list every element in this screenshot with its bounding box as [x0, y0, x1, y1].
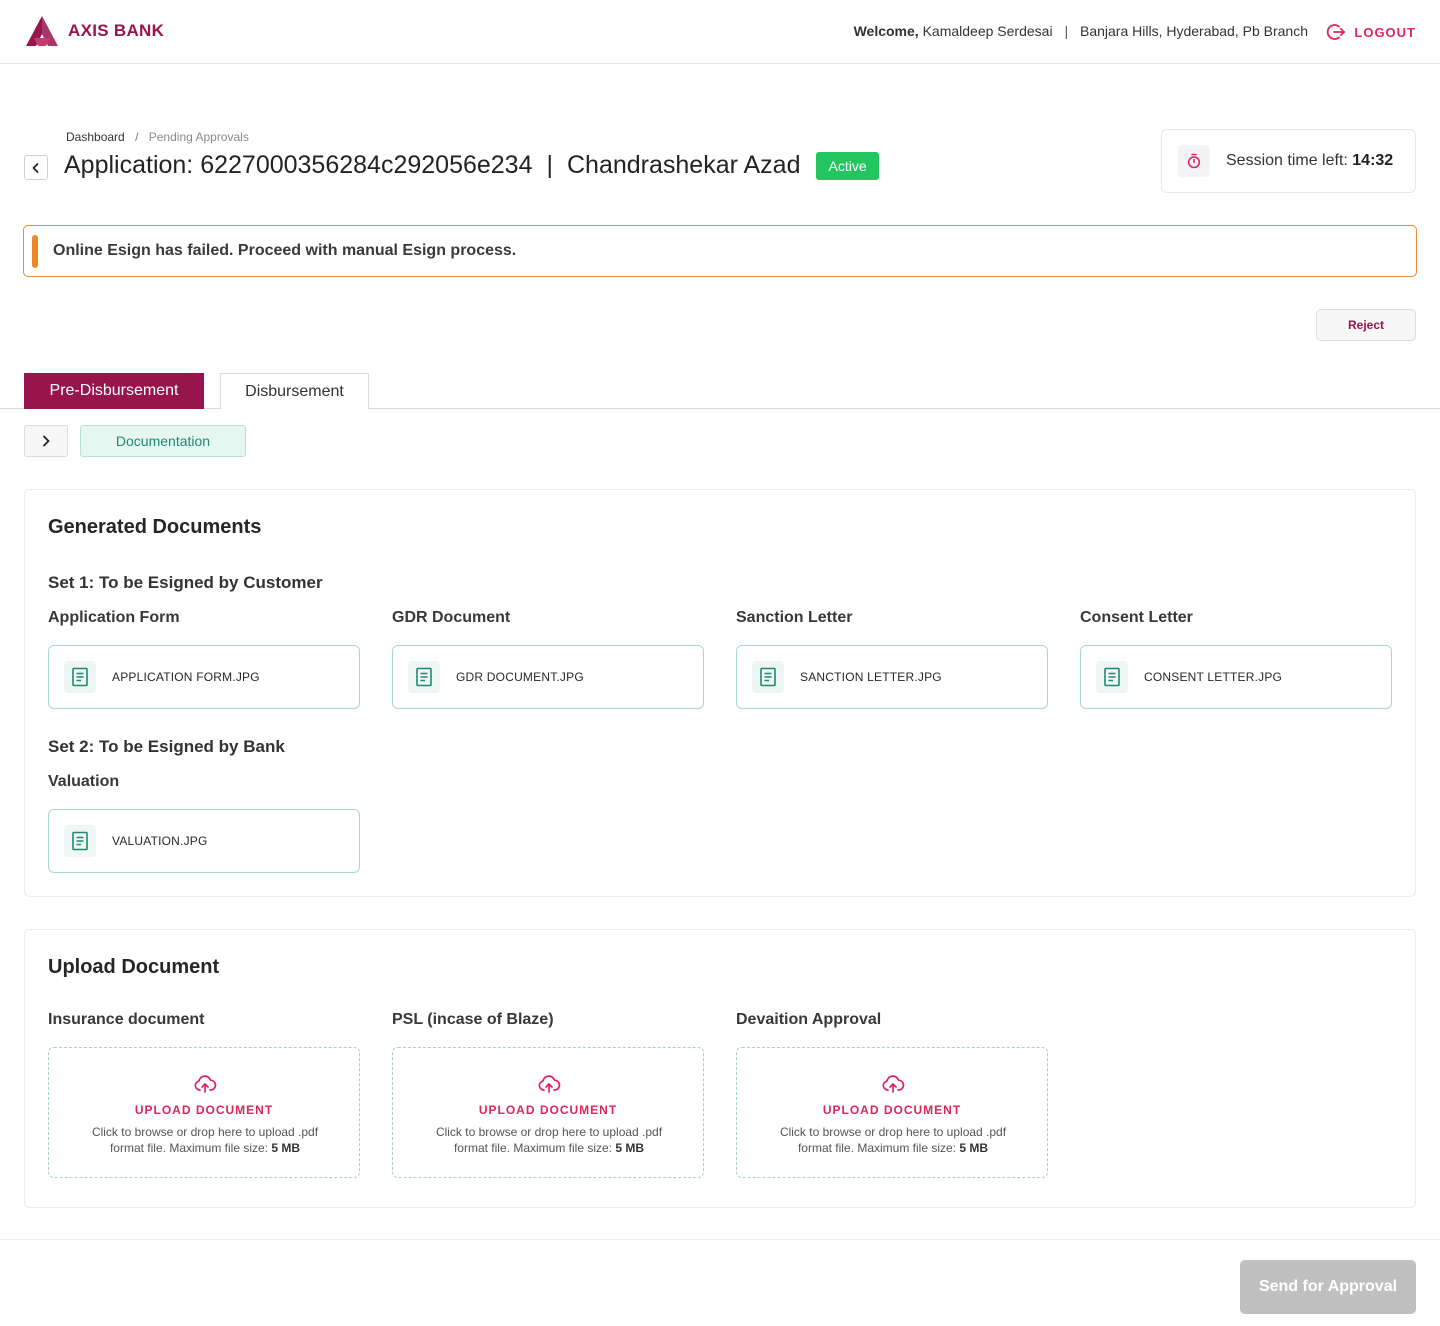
warning-alert: Online Esign has failed. Proceed with ma… — [23, 225, 1417, 277]
set1-title: Set 1: To be Esigned by Customer — [48, 573, 323, 592]
doc-label-consent-letter: Consent Letter — [1080, 609, 1193, 626]
session-time: 14:32 — [1352, 152, 1394, 169]
tab-pre-disbursement[interactable]: Pre-Disbursement — [24, 373, 204, 409]
breadcrumb-dashboard[interactable]: Dashboard — [66, 130, 125, 144]
alert-message: Online Esign has failed. Proceed with ma… — [53, 242, 517, 259]
axis-bank-logo[interactable]: AXIS BANK — [24, 14, 164, 48]
upload-action-label: UPLOAD DOCUMENT — [822, 1103, 962, 1117]
upload-hint: Click to browse or drop here to upload .… — [423, 1124, 675, 1156]
logout-label: LOGOUT — [1354, 24, 1416, 40]
file-name: APPLICATION FORM.JPG — [112, 670, 260, 684]
file-name: CONSENT LETTER.JPG — [1144, 670, 1283, 684]
customer-name: Chandrashekar Azad — [567, 151, 801, 179]
top-bar: AXIS BANK Welcome, Kamaldeep Serdesai | … — [0, 0, 1440, 64]
upload-hint: Click to browse or drop here to upload .… — [767, 1124, 1019, 1156]
file-name: VALUATION.JPG — [112, 834, 208, 848]
doc-file-gdr-document[interactable]: GDR DOCUMENT.JPG — [392, 645, 704, 709]
set2-title: Set 2: To be Esigned by Bank — [48, 737, 285, 756]
document-icon — [752, 661, 784, 693]
doc-file-valuation[interactable]: VALUATION.JPG — [48, 809, 360, 873]
cloud-upload-icon — [538, 1075, 561, 1093]
user-name: Kamaldeep Serdesai — [922, 23, 1053, 39]
send-for-approval-button[interactable]: Send for Approval — [1240, 1260, 1416, 1314]
doc-label-valuation: Valuation — [48, 773, 120, 790]
chevron-right-icon — [43, 435, 50, 447]
application-prefix: Application: — [64, 151, 194, 179]
cloud-upload-icon — [194, 1075, 217, 1093]
alert-accent-bar — [32, 235, 38, 268]
doc-file-sanction-letter[interactable]: SANCTION LETTER.JPG — [736, 645, 1048, 709]
upload-label-psl: PSL (incase of Blaze) — [392, 1011, 554, 1028]
upload-dropzone-deviation-approval[interactable]: UPLOAD DOCUMENT Click to browse or drop … — [736, 1047, 1048, 1178]
upload-max-size: 5 MB — [959, 1141, 989, 1155]
upload-document-card: Upload Document Insurance document PSL (… — [24, 929, 1416, 1208]
upload-hint: Click to browse or drop here to upload .… — [79, 1124, 331, 1156]
doc-label-sanction-letter: Sanction Letter — [736, 609, 853, 626]
logout-icon — [1327, 24, 1346, 40]
footer-bar: Send for Approval — [0, 1239, 1440, 1326]
divider: | — [1064, 23, 1069, 39]
axis-logo-icon — [26, 16, 58, 46]
application-id: 6227000356284c292056e234 — [200, 151, 533, 179]
session-time-text: Session time left: 14:32 — [1226, 152, 1393, 170]
page-title: Application: 6227000356284c292056e234 | … — [64, 151, 879, 180]
document-icon — [64, 825, 96, 857]
reject-button[interactable]: Reject — [1316, 309, 1416, 341]
session-timer: Session time left: 14:32 — [1161, 129, 1416, 193]
file-name: GDR DOCUMENT.JPG — [456, 670, 584, 684]
chevron-left-icon — [32, 162, 39, 173]
doc-label-application-form: Application Form — [48, 609, 180, 626]
upload-dropzone-insurance[interactable]: UPLOAD DOCUMENT Click to browse or drop … — [48, 1047, 360, 1178]
tab-disbursement[interactable]: Disbursement — [220, 373, 369, 409]
session-label: Session time left: — [1226, 152, 1348, 169]
back-button[interactable] — [24, 155, 48, 180]
tab-bar: Pre-Disbursement Disbursement — [0, 373, 1440, 409]
status-badge: Active — [816, 151, 879, 180]
upload-label-deviation-approval: Devaition Approval — [736, 1011, 882, 1028]
doc-file-application-form[interactable]: APPLICATION FORM.JPG — [48, 645, 360, 709]
upload-max-size: 5 MB — [615, 1141, 645, 1155]
expand-steps-button[interactable] — [24, 425, 68, 457]
file-name: SANCTION LETTER.JPG — [800, 670, 942, 684]
welcome-text: Welcome, Kamaldeep Serdesai | Banjara Hi… — [854, 23, 1308, 39]
doc-label-gdr-document: GDR Document — [392, 609, 511, 626]
title-separator: | — [546, 151, 554, 179]
logout-button[interactable]: LOGOUT — [1326, 22, 1416, 42]
welcome-label: Welcome, — [853, 23, 919, 39]
upload-label-insurance: Insurance document — [48, 1011, 205, 1028]
breadcrumb-pending-approvals[interactable]: Pending Approvals — [149, 130, 249, 144]
generated-documents-title: Generated Documents — [48, 516, 262, 538]
upload-action-label: UPLOAD DOCUMENT — [134, 1103, 274, 1117]
upload-dropzone-psl[interactable]: UPLOAD DOCUMENT Click to browse or drop … — [392, 1047, 704, 1178]
generated-documents-card: Generated Documents Set 1: To be Esigned… — [24, 489, 1416, 897]
document-icon — [408, 661, 440, 693]
step-documentation[interactable]: Documentation — [80, 425, 246, 457]
cloud-upload-icon — [882, 1075, 905, 1093]
document-icon — [64, 661, 96, 693]
breadcrumb: Dashboard / Pending Approvals — [66, 130, 249, 144]
branch-name: Banjara Hills, Hyderabad, Pb Branch — [1079, 23, 1308, 39]
doc-file-consent-letter[interactable]: CONSENT LETTER.JPG — [1080, 645, 1392, 709]
document-icon — [1096, 661, 1128, 693]
upload-max-size: 5 MB — [271, 1141, 301, 1155]
upload-document-title: Upload Document — [48, 956, 220, 978]
breadcrumb-separator: / — [135, 130, 139, 144]
stopwatch-icon — [1178, 145, 1210, 177]
brand-name: AXIS BANK — [68, 21, 165, 40]
upload-action-label: UPLOAD DOCUMENT — [478, 1103, 618, 1117]
